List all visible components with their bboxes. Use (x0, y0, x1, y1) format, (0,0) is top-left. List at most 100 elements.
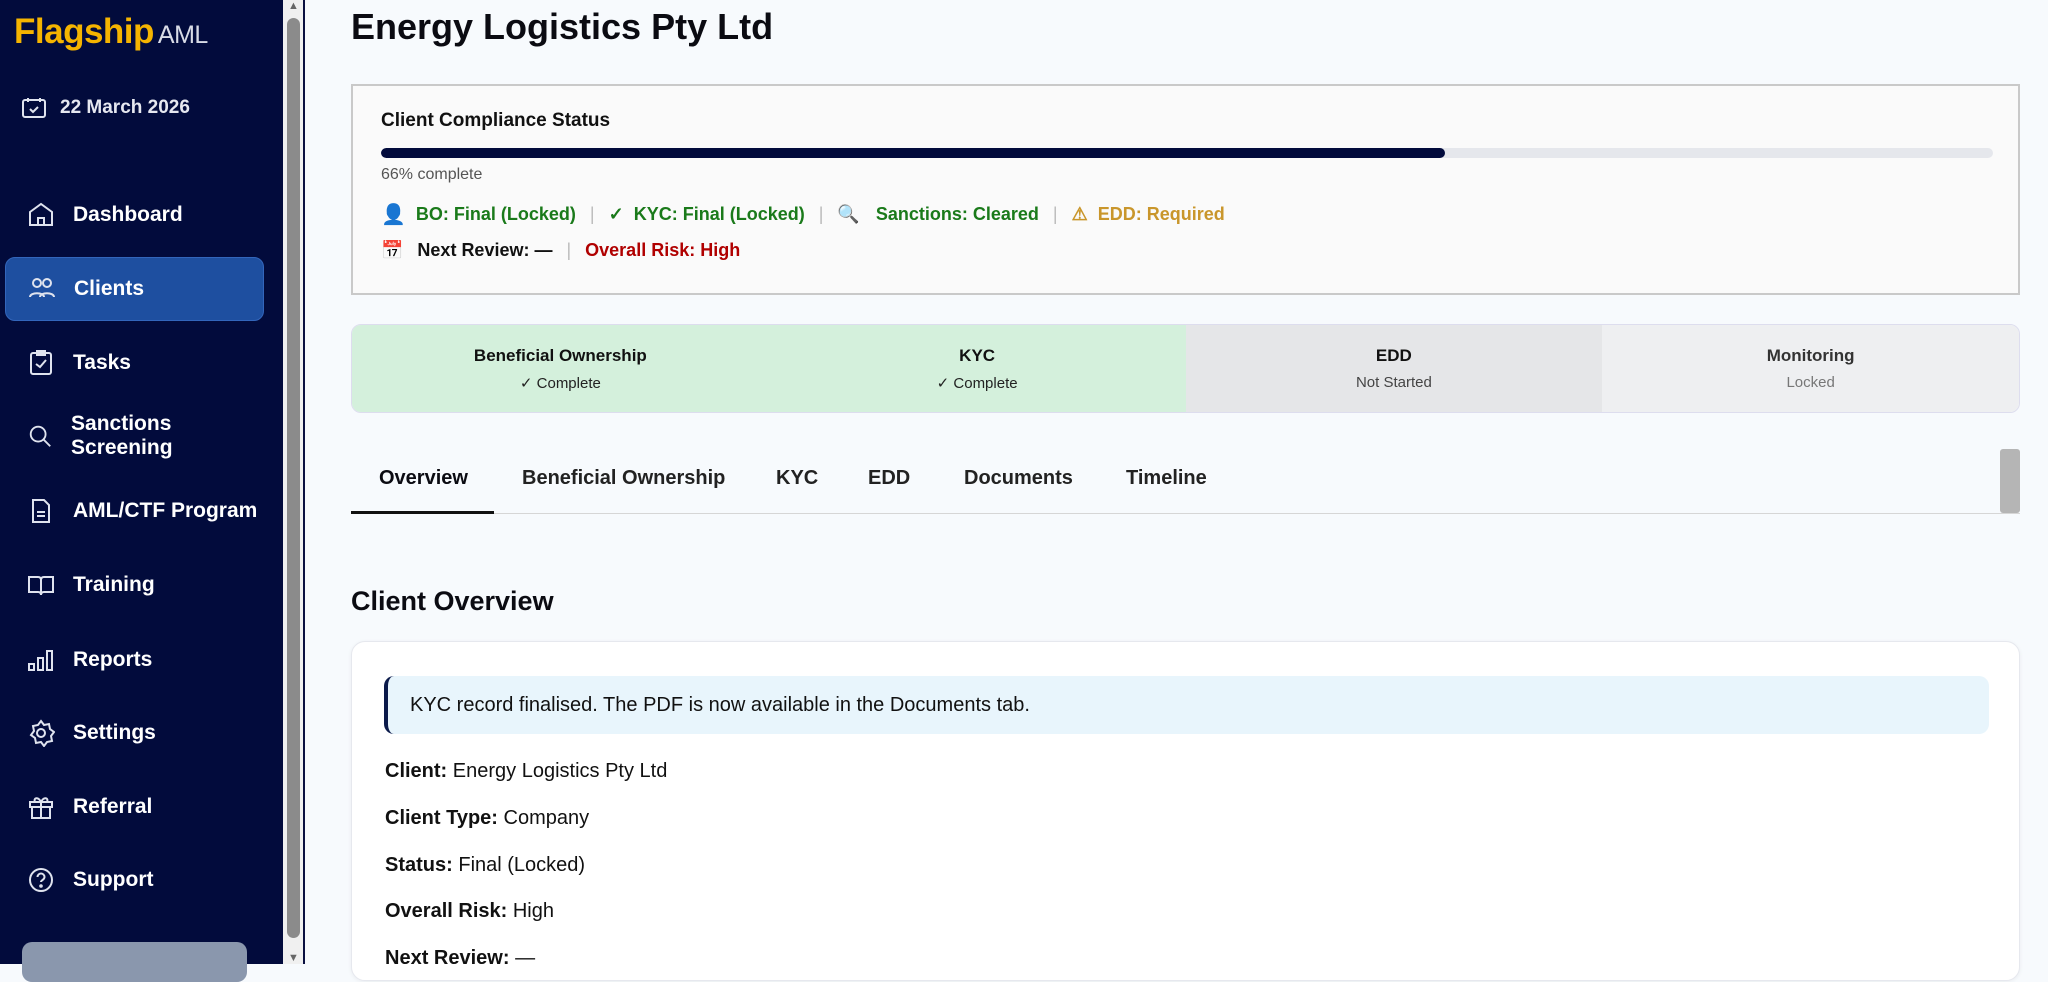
sidebar-item-referral[interactable]: Referral (5, 775, 264, 839)
overview-card: KYC record finalised. The PDF is now ava… (351, 641, 2020, 981)
tab-bar: Overview Beneficial Ownership KYC EDD Docume… (351, 454, 2020, 514)
workflow-steps: Beneficial Ownership ✓ Complete KYC ✓ Compl… (351, 324, 2020, 413)
sidebar-bottom-button[interactable] (22, 942, 247, 982)
overview-field: Status: Final (Locked) (385, 854, 585, 877)
tab-timeline[interactable]: Timeline (1126, 467, 1207, 490)
active-tab-underline (351, 511, 494, 514)
current-date: 22 March 2026 (22, 97, 190, 119)
step-monitoring[interactable]: Monitoring Locked (1602, 325, 2019, 412)
field-value: — (515, 947, 535, 969)
book-icon (27, 571, 55, 599)
field-label: Status: (385, 854, 453, 876)
step-edd[interactable]: EDD Not Started (1186, 325, 1603, 412)
calendar-check-icon (22, 97, 46, 119)
document-icon (27, 497, 55, 525)
sidebar-item-dashboard[interactable]: Dashboard (5, 183, 264, 247)
step-status: Locked (1786, 374, 1834, 391)
magnifier-icon: 🔍 (837, 204, 859, 225)
separator: | (1053, 204, 1058, 225)
sidebar-item-label: Reports (73, 648, 152, 672)
overview-field: Overall Risk: High (385, 900, 554, 923)
step-status: ✓ Complete (520, 374, 601, 392)
sidebar-item-label: Clients (74, 277, 144, 301)
brand-suffix: AML (158, 21, 208, 49)
sidebar-item-support[interactable]: Support (5, 848, 264, 912)
date-label: 22 March 2026 (60, 97, 190, 119)
sidebar-item-label: Tasks (73, 351, 131, 375)
step-status: Not Started (1356, 374, 1432, 391)
step-name: EDD (1376, 346, 1412, 366)
compliance-title: Client Compliance Status (381, 110, 610, 132)
compliance-progress-bar (381, 148, 1993, 158)
field-value: High (513, 900, 554, 922)
step-kyc[interactable]: KYC ✓ Complete (769, 325, 1186, 412)
brand-name: Flagship (14, 12, 154, 51)
sanctions-status: Sanctions: Cleared (876, 204, 1039, 225)
overview-field: Next Review: — (385, 947, 535, 970)
users-icon (28, 275, 56, 303)
sidebar-item-label: Referral (73, 795, 152, 819)
home-icon (27, 201, 55, 229)
brand-logo[interactable]: FlagshipAML (14, 12, 208, 52)
edd-status: EDD: Required (1098, 204, 1225, 225)
sidebar-item-label: AML/CTF Program (73, 499, 257, 523)
sidebar-scrollbar-thumb[interactable] (287, 18, 300, 938)
separator: | (566, 240, 571, 261)
sidebar: FlagshipAML 22 March 2026 Dashboard Clien… (0, 0, 283, 964)
gear-icon (27, 719, 55, 747)
help-circle-icon (27, 866, 55, 894)
step-beneficial-ownership[interactable]: Beneficial Ownership ✓ Complete (352, 325, 769, 412)
sidebar-item-label: Support (73, 868, 153, 892)
step-status: ✓ Complete (937, 374, 1018, 392)
warning-icon: ⚠ (1072, 204, 1088, 225)
sidebar-item-sanctions-screening[interactable]: Sanctions Screening (5, 404, 264, 468)
search-icon (27, 422, 53, 450)
sidebar-item-training[interactable]: Training (5, 553, 264, 617)
sidebar-item-settings[interactable]: Settings (5, 701, 264, 765)
person-icon: 👤 (381, 202, 406, 227)
sidebar-item-tasks[interactable]: Tasks (5, 331, 264, 395)
scroll-up-arrow-icon[interactable]: ▲ (288, 0, 299, 12)
step-name: Monitoring (1767, 346, 1855, 366)
sidebar-item-label: Sanctions Screening (71, 412, 264, 460)
sidebar-item-label: Dashboard (73, 203, 183, 227)
calendar-icon: 📅 (381, 240, 403, 261)
step-name: Beneficial Ownership (474, 346, 647, 366)
sidebar-item-label: Training (73, 573, 155, 597)
check-icon: ✓ (609, 204, 624, 225)
tab-kyc[interactable]: KYC (776, 467, 818, 490)
tab-beneficial-ownership[interactable]: Beneficial Ownership (522, 467, 725, 490)
sidebar-item-aml-ctf-program[interactable]: AML/CTF Program (5, 479, 264, 543)
tab-documents[interactable]: Documents (964, 467, 1073, 490)
sidebar-scrollbar[interactable]: ▲ ▼ (283, 0, 305, 964)
progress-label: 66% complete (381, 166, 482, 184)
field-label: Next Review: (385, 947, 510, 969)
step-name: KYC (959, 346, 995, 366)
tab-overview[interactable]: Overview (379, 467, 468, 490)
field-label: Overall Risk: (385, 900, 507, 922)
overall-risk-status: Overall Risk: High (585, 240, 740, 261)
page-title: Energy Logistics Pty Ltd (351, 6, 773, 48)
scroll-down-arrow-icon[interactable]: ▼ (288, 952, 299, 964)
gift-icon (27, 793, 55, 821)
main-scrollbar-thumb[interactable] (2000, 449, 2020, 513)
bo-status: BO: Final (Locked) (416, 204, 576, 225)
section-heading: Client Overview (351, 586, 554, 617)
clipboard-check-icon (27, 349, 55, 377)
field-label: Client Type: (385, 807, 498, 829)
separator: | (590, 204, 595, 225)
field-label: Client: (385, 760, 447, 782)
field-value: Company (504, 807, 590, 829)
overview-field: Client: Energy Logistics Pty Ltd (385, 760, 667, 783)
bar-chart-icon (27, 646, 55, 674)
kyc-status: KYC: Final (Locked) (634, 204, 805, 225)
field-value: Final (Locked) (458, 854, 585, 876)
sidebar-item-clients[interactable]: Clients (5, 257, 264, 321)
sidebar-item-label: Settings (73, 721, 156, 745)
overview-field: Client Type: Company (385, 807, 589, 830)
compliance-status-panel: Client Compliance Status 66% complete 👤 … (351, 84, 2020, 295)
info-alert: KYC record finalised. The PDF is now ava… (384, 676, 1989, 734)
tab-edd[interactable]: EDD (868, 467, 910, 490)
sidebar-item-reports[interactable]: Reports (5, 628, 264, 692)
progress-fill (381, 148, 1445, 158)
